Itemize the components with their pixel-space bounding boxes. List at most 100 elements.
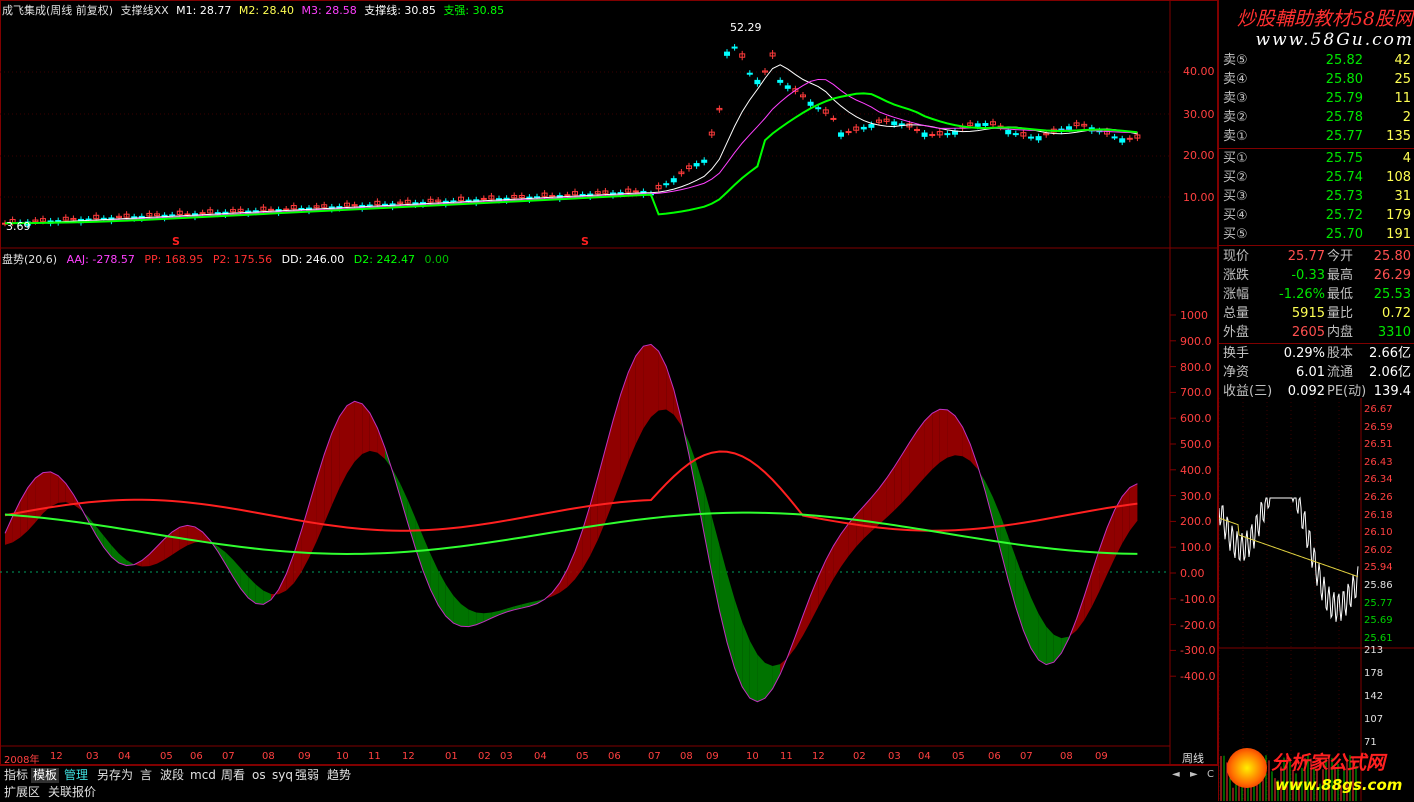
legend-dd: DD: 246.00: [281, 253, 345, 266]
intraday-price-label: 26.59: [1364, 421, 1393, 433]
buy-row[interactable]: 买④ 25.72 179: [1223, 206, 1413, 225]
toolbar-item-8[interactable]: os: [250, 768, 268, 783]
candle-body: [1066, 126, 1072, 130]
sell-price: 25.80: [1325, 72, 1363, 87]
sell-label: 卖⑤: [1223, 53, 1248, 68]
bottom-toolbar: 指标 模板 管理 另存为言波段 mcd 周看 os syq 强弱 趋势 扩展区 关联报价 ◄ ► …: [0, 765, 1218, 802]
band-segment: [369, 412, 378, 453]
legend-pp: PP: 168.95: [144, 253, 204, 266]
x-label: 06: [190, 751, 203, 762]
candle-body: [914, 129, 920, 132]
buy-row[interactable]: 买② 25.74 108: [1223, 168, 1413, 187]
sell-volume: 25: [1394, 72, 1411, 87]
sub-y-label: -300.0: [1180, 644, 1216, 658]
candle-body: [860, 126, 867, 130]
band-segment: [590, 477, 598, 556]
band-segment: [377, 427, 385, 460]
sell-row[interactable]: 卖③ 25.79 11: [1223, 89, 1413, 108]
band-segment: [613, 394, 621, 503]
toolbar-item-1[interactable]: 模板: [31, 768, 60, 783]
toolbar-item-7[interactable]: 周看: [219, 768, 247, 783]
y-label-40: 40.00: [1183, 65, 1215, 78]
intraday-price-label: 26.67: [1364, 404, 1393, 415]
toolbar-item-9[interactable]: syq: [270, 768, 295, 783]
band-segment: [666, 366, 674, 415]
stat-value: -0.33: [1291, 268, 1325, 283]
x-label: 03: [86, 751, 99, 762]
buy-row[interactable]: 买③ 25.73 31: [1223, 187, 1413, 206]
scroll-left-icon[interactable]: ◄: [1172, 769, 1180, 780]
toolbar-item-6[interactable]: mcd: [188, 768, 218, 783]
stat-label: 流通: [1327, 365, 1354, 380]
toolbar-item-4[interactable]: 言: [138, 768, 154, 783]
band-segment: [932, 409, 940, 470]
band-segment: [354, 401, 363, 462]
stat-label: 最低: [1327, 287, 1354, 302]
candle-body: [1126, 137, 1133, 140]
pp-line: [4, 450, 1138, 532]
x-label: 09: [298, 751, 311, 762]
toolbar-item-3[interactable]: 另存为: [95, 768, 135, 783]
chart-area[interactable]: 成飞集成(周线 前复权) 支撑线XX M1: 28.77 M2: 28.40 M…: [0, 0, 1218, 766]
legend-strong: 支强: 30.85: [443, 4, 505, 17]
signal-mark-2: S: [581, 235, 589, 248]
candle-body: [868, 124, 875, 128]
stat-value: 6.01: [1296, 365, 1325, 380]
y-label-10: 10.00: [1183, 191, 1215, 204]
x-label: 08: [680, 751, 693, 762]
sell-row[interactable]: 卖④ 25.80 25: [1223, 70, 1413, 89]
sell-price: 25.77: [1325, 129, 1363, 144]
band-segment: [628, 355, 636, 463]
band-segment: [468, 609, 477, 627]
candle-body: [891, 121, 898, 126]
stat-label: 最高: [1327, 268, 1354, 283]
intraday-price-label: 26.18: [1364, 509, 1393, 521]
band-segment: [757, 654, 765, 702]
toolbar-item-10[interactable]: 强弱: [293, 768, 321, 783]
toolbar-item-0[interactable]: 指标: [2, 768, 30, 783]
sell-row[interactable]: 卖① 25.77 135: [1223, 127, 1413, 146]
extend-area-button[interactable]: 扩展区: [2, 785, 42, 800]
collapse-icon[interactable]: C: [1207, 769, 1214, 780]
sell-label: 卖①: [1223, 129, 1248, 144]
kline-chart-svg[interactable]: [0, 0, 1218, 765]
period-label[interactable]: 周线: [1182, 750, 1204, 766]
band-segment: [225, 552, 233, 577]
candle-body: [663, 183, 670, 186]
x-label: 10: [746, 751, 759, 762]
band-segment: [103, 535, 112, 557]
candle-body: [845, 131, 852, 134]
buy-row[interactable]: 买⑤ 25.70 191: [1223, 225, 1413, 244]
legend-m3: M3: 28.58: [301, 4, 357, 17]
band-segment: [643, 344, 651, 429]
x-label: 12: [402, 751, 415, 762]
band-segment: [841, 523, 849, 567]
band-segment: [293, 530, 302, 584]
intraday-price-line: [1219, 496, 1359, 622]
candle-body: [830, 117, 837, 120]
buy-volume: 179: [1386, 208, 1411, 223]
buy-row[interactable]: 买① 25.75 4: [1223, 149, 1413, 168]
sell-row[interactable]: 卖⑤ 25.82 42: [1223, 51, 1413, 70]
toolbar-item-5[interactable]: 波段: [158, 768, 186, 783]
band-segment: [620, 372, 629, 482]
band-segment: [742, 622, 750, 699]
low-price-label: 3.69: [6, 220, 31, 233]
scroll-right-icon[interactable]: ►: [1190, 769, 1198, 780]
stat-value: 2.66亿: [1369, 346, 1411, 361]
buy-label: 买②: [1223, 170, 1248, 185]
high-price-label: 52.29: [730, 21, 762, 34]
indicator-name: 支撑线XX: [120, 4, 169, 17]
band-segment: [141, 554, 150, 567]
sell-row[interactable]: 卖② 25.78 2: [1223, 108, 1413, 127]
toolbar-item-11[interactable]: 趋势: [325, 768, 353, 783]
x-label: 02: [478, 751, 491, 762]
buy-label: 买④: [1223, 208, 1248, 223]
toolbar-item-2[interactable]: 管理: [62, 768, 90, 783]
candle-body: [807, 101, 814, 106]
intraday-price-label: 25.77: [1364, 597, 1393, 609]
intraday-price-label: 25.61: [1364, 632, 1393, 644]
related-quote-button[interactable]: 关联报价: [46, 785, 98, 800]
band-segment: [187, 525, 195, 546]
band-segment: [324, 433, 332, 524]
